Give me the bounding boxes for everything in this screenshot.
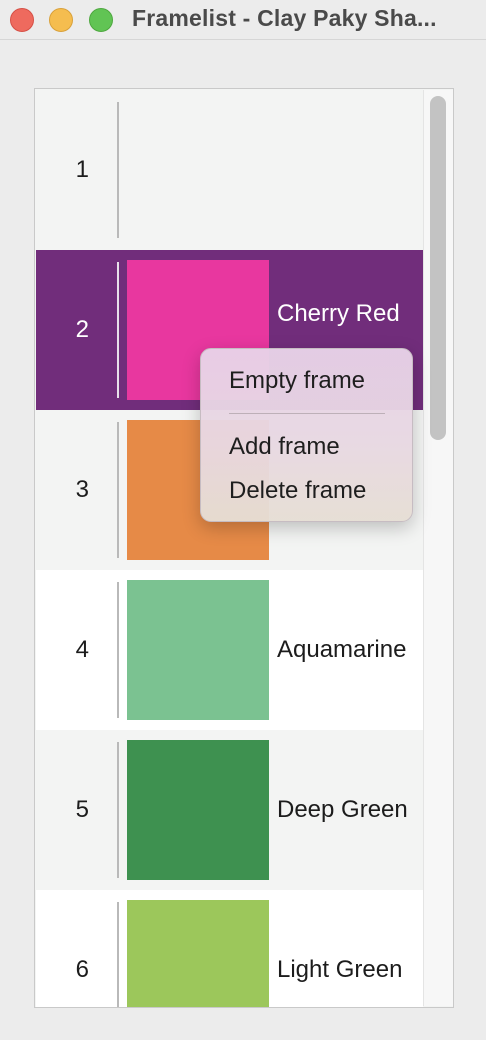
title-bar: Framelist - Clay Paky Sha...: [0, 0, 486, 40]
color-swatch[interactable]: [127, 740, 269, 880]
maximize-window-button[interactable]: [89, 8, 113, 32]
frame-rows: 1 2 Cherry Red 3 4 Aquamarine 5 Deep Gre…: [36, 90, 423, 1007]
row-divider: [117, 262, 119, 398]
close-window-button[interactable]: [10, 8, 34, 32]
color-swatch[interactable]: [127, 900, 269, 1007]
frame-row-6[interactable]: 6 Light Green: [36, 890, 423, 1007]
row-divider: [117, 582, 119, 718]
frame-list: 1 2 Cherry Red 3 4 Aquamarine 5 Deep Gre…: [34, 88, 454, 1008]
frame-label: Deep Green: [277, 796, 408, 823]
window-title: Framelist - Clay Paky Sha...: [132, 5, 437, 31]
frame-number: 2: [75, 316, 89, 343]
row-divider: [117, 742, 119, 878]
frame-number: 5: [75, 796, 89, 823]
menu-separator: [229, 413, 385, 414]
frame-label: Aquamarine: [277, 636, 407, 663]
frame-number: 6: [75, 956, 89, 983]
scroll-thumb[interactable]: [430, 96, 446, 440]
context-menu: Empty frame Add frame Delete frame: [200, 348, 413, 522]
row-divider: [117, 422, 119, 558]
frame-row-4[interactable]: 4 Aquamarine: [36, 570, 423, 730]
frame-number: 3: [75, 476, 89, 503]
row-divider: [117, 902, 119, 1007]
frame-row-1[interactable]: 1: [36, 90, 423, 250]
frame-label: Light Green: [277, 956, 403, 983]
color-swatch[interactable]: [127, 580, 269, 720]
frame-row-5[interactable]: 5 Deep Green: [36, 730, 423, 890]
menu-item-empty-frame[interactable]: Empty frame: [229, 367, 365, 395]
menu-item-add-frame[interactable]: Add frame: [229, 433, 340, 461]
row-divider: [117, 102, 119, 238]
frame-number: 1: [75, 156, 89, 183]
vertical-scrollbar[interactable]: [423, 90, 453, 1006]
menu-item-delete-frame[interactable]: Delete frame: [229, 477, 366, 505]
minimize-window-button[interactable]: [49, 8, 73, 32]
frame-number: 4: [75, 636, 89, 663]
